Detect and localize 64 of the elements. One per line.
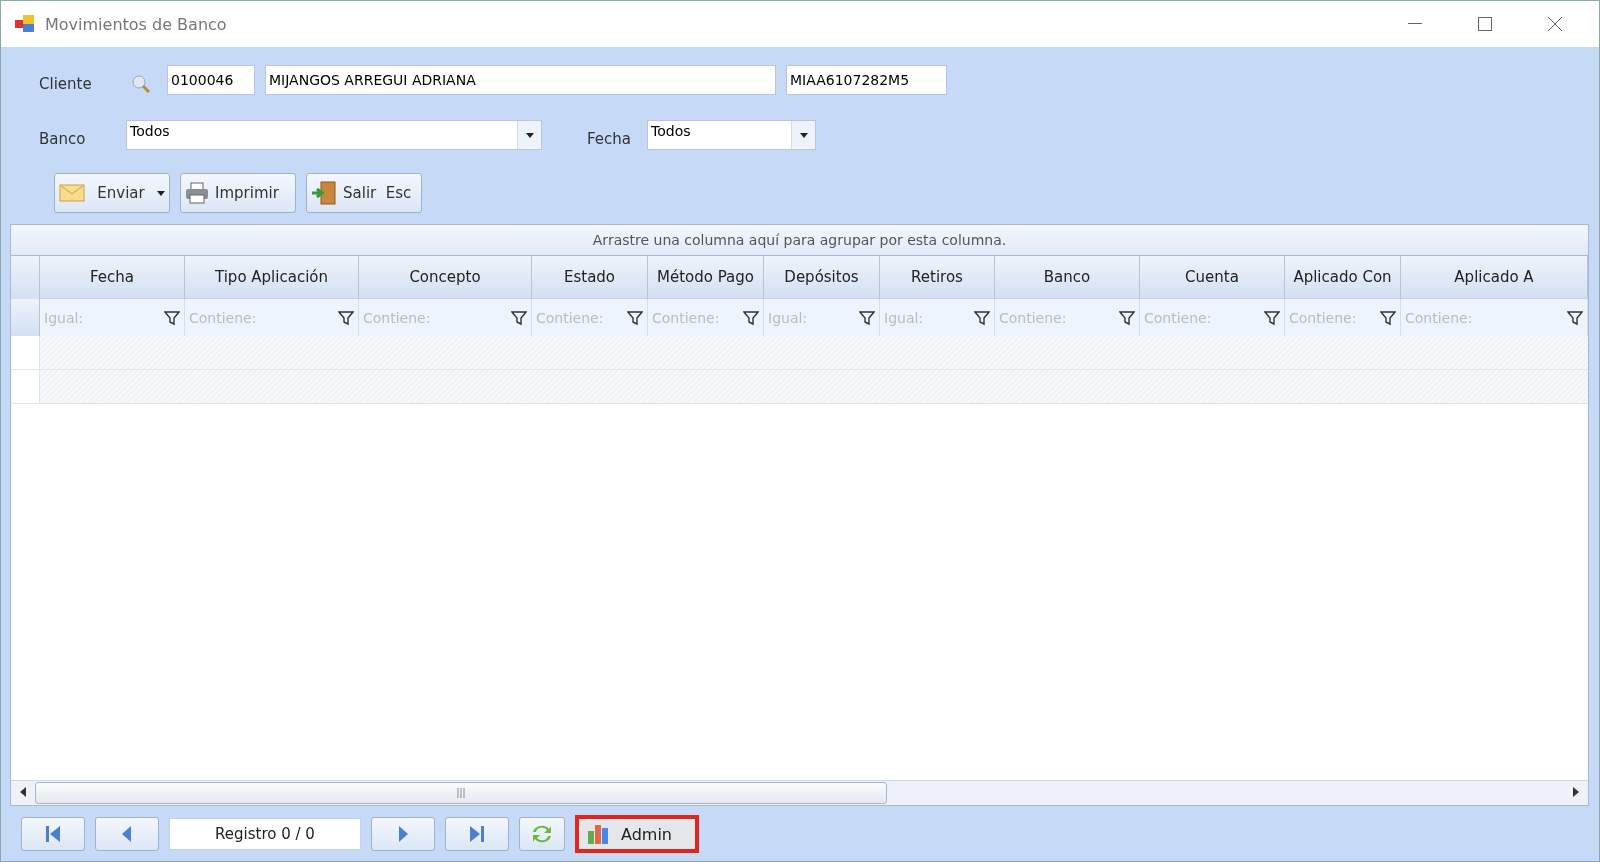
dropdown-button[interactable] [517, 121, 541, 149]
exit-button[interactable]: Salir Esc [306, 173, 422, 213]
send-button[interactable]: Enviar [54, 173, 170, 213]
next-record-button[interactable] [371, 817, 435, 851]
column-header[interactable]: Cuenta [1140, 256, 1285, 299]
refresh-icon [530, 823, 554, 845]
column-header[interactable]: Retiros [880, 256, 995, 299]
caret-icon [157, 190, 165, 196]
filter-icon[interactable] [1264, 309, 1280, 326]
previous-record-button[interactable] [95, 817, 159, 851]
bar-chart-icon [587, 823, 611, 845]
column-header[interactable]: Fecha [40, 256, 185, 299]
column-header[interactable]: Tipo Aplicación [185, 256, 359, 299]
client-code-field[interactable]: 0100046 [167, 65, 255, 95]
column-header[interactable]: Depósitos [764, 256, 880, 299]
admin-button[interactable]: Admin [575, 815, 699, 853]
filter-icon[interactable] [1380, 309, 1396, 326]
last-record-button[interactable] [445, 817, 509, 851]
right-arrow-icon [1573, 787, 1579, 797]
filter-row-selector [11, 299, 40, 336]
column-header[interactable]: Estado [532, 256, 648, 299]
column-header[interactable]: Aplicado A [1401, 256, 1588, 299]
date-dropdown[interactable]: Todos [647, 120, 816, 150]
fecha-label: Fecha [587, 129, 632, 148]
skip-first-icon [45, 825, 61, 843]
filter-icon[interactable] [743, 309, 759, 326]
column-header[interactable]: Método Pago [648, 256, 764, 299]
rfc-field[interactable]: MIAA6107282M5 [786, 65, 947, 95]
client-name-field[interactable]: MIJANGOS ARREGUI ADRIANA [265, 65, 776, 95]
grip-icon [457, 788, 465, 798]
column-header[interactable]: Aplicado Con [1285, 256, 1401, 299]
filter-icon[interactable] [1567, 309, 1583, 326]
row-header-corner [11, 256, 40, 299]
column-header[interactable]: Banco [995, 256, 1140, 299]
minimize-icon [1408, 23, 1422, 25]
filter-icon[interactable] [859, 309, 875, 326]
record-counter: Registro 0 / 0 [169, 818, 361, 850]
caret-icon [525, 132, 534, 138]
first-record-button[interactable] [21, 817, 85, 851]
caret-icon [799, 132, 808, 138]
window-title: Movimientos de Banco [45, 14, 228, 34]
scroll-thumb[interactable] [35, 782, 887, 804]
dropdown-button[interactable] [791, 121, 815, 149]
envelope-icon [59, 183, 85, 203]
print-button[interactable]: Imprimir [180, 173, 296, 213]
filter-icon[interactable] [338, 309, 354, 326]
horizontal-scrollbar[interactable] [11, 780, 1588, 805]
banco-label: Banco [39, 129, 87, 148]
cliente-label: Cliente [39, 74, 93, 93]
close-icon [1548, 17, 1562, 31]
bank-dropdown[interactable]: Todos [126, 120, 542, 150]
group-by-hint: Arrastre una columna aquí para agrupar por esta columna. [11, 225, 1588, 256]
app-icon [15, 15, 35, 33]
left-arrow-icon [20, 787, 26, 797]
filter-icon[interactable] [974, 309, 990, 326]
printer-icon [185, 182, 209, 204]
column-header[interactable]: Concepto [359, 256, 532, 299]
exit-door-icon [311, 181, 337, 205]
maximize-icon [1478, 17, 1492, 31]
filter-icon[interactable] [511, 309, 527, 326]
skip-last-icon [469, 825, 485, 843]
filter-icon[interactable] [164, 309, 180, 326]
filter-icon[interactable] [1119, 309, 1135, 326]
filter-icon[interactable] [627, 309, 643, 326]
